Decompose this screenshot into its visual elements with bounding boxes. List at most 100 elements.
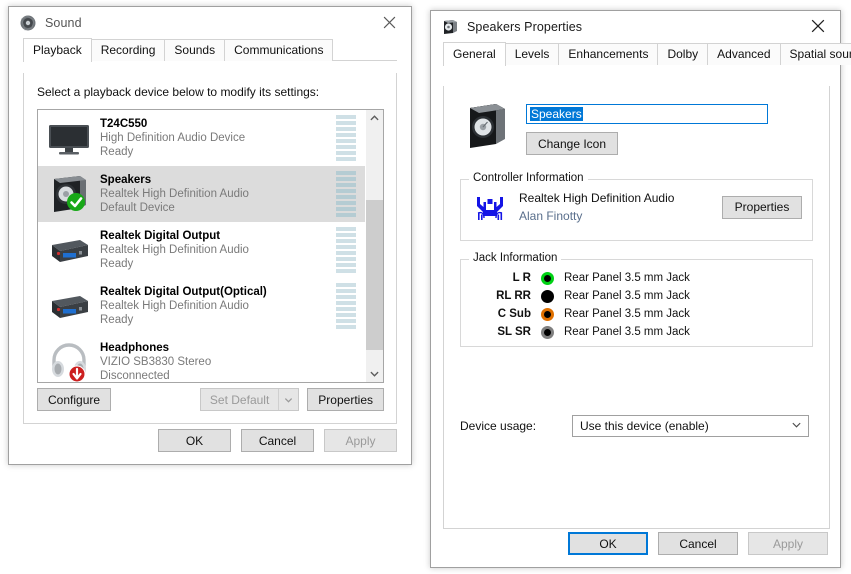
speakers-properties-window: Speakers Properties General Levels Enhan… <box>430 10 851 568</box>
list-item[interactable]: Speakers Realtek High Definition Audio D… <box>38 166 365 222</box>
speaker-box-icon <box>460 100 512 152</box>
volume-meter <box>336 227 356 273</box>
props-tabstrip: General Levels Enhancements Dolby Advanc… <box>431 42 851 66</box>
controller-row: Realtek High Definition Audio Alan Finot… <box>461 180 812 234</box>
jack-color-dot <box>541 289 554 303</box>
device-usage-label: Device usage: <box>460 419 537 433</box>
device-status: Disconnected <box>100 370 170 382</box>
chevron-down-icon[interactable] <box>791 419 802 433</box>
device-driver: Realtek High Definition Audio <box>100 300 249 312</box>
jack-row: SL SR Rear Panel 3.5 mm Jack <box>461 323 812 341</box>
close-icon[interactable] <box>367 7 411 37</box>
tab-levels[interactable]: Levels <box>504 43 560 65</box>
device-usage-row: Device usage: Use this device (enable) <box>444 415 829 437</box>
sound-titlebar: Sound <box>9 7 411 39</box>
controller-information-title: Controller Information <box>469 172 588 184</box>
device-list-scrollbar[interactable] <box>365 110 383 382</box>
scroll-down-icon[interactable] <box>366 365 383 382</box>
tab-recording[interactable]: Recording <box>90 39 166 61</box>
jack-description: Rear Panel 3.5 mm Jack <box>564 272 690 284</box>
device-action-buttons: Configure Set Default Properties <box>37 388 384 411</box>
change-icon-button[interactable]: Change Icon <box>526 132 618 155</box>
jack-label: SL SR <box>497 326 531 338</box>
jack-information-group: Jack Information L R Rear Panel 3.5 mm J… <box>460 252 813 347</box>
jack-label: RL RR <box>496 290 531 302</box>
set-default-button[interactable]: Set Default <box>199 388 300 411</box>
headphones-icon <box>46 339 92 382</box>
controller-author: Alan Finotty <box>519 209 583 223</box>
jack-label: C Sub <box>497 308 531 320</box>
jack-description: Rear Panel 3.5 mm Jack <box>564 290 690 302</box>
apply-button: Apply <box>324 429 397 452</box>
tab-playback[interactable]: Playback <box>23 38 92 62</box>
close-icon[interactable] <box>796 11 840 41</box>
digital-output-icon <box>46 227 92 273</box>
device-text: Realtek Digital Output(Optical) Realtek … <box>100 285 336 327</box>
cancel-button[interactable]: Cancel <box>658 532 738 555</box>
device-name: T24C550 <box>100 118 148 130</box>
jack-row: RL RR Rear Panel 3.5 mm Jack <box>461 287 812 305</box>
device-name-column: Speakers Change Icon <box>526 100 768 155</box>
sound-tabstrip: Playback Recording Sounds Communications <box>9 38 411 62</box>
volume-meter <box>336 115 356 161</box>
tab-spatial-sound[interactable]: Spatial sound <box>779 43 851 65</box>
set-default-label: Set Default <box>209 392 270 407</box>
list-item[interactable]: T24C550 High Definition Audio Device Rea… <box>38 110 365 166</box>
playback-device-list[interactable]: T24C550 High Definition Audio Device Rea… <box>37 109 384 383</box>
jack-row: L R Rear Panel 3.5 mm Jack <box>461 269 812 287</box>
tab-dolby[interactable]: Dolby <box>657 43 709 65</box>
jack-label: L R <box>512 272 531 284</box>
scroll-up-icon[interactable] <box>366 110 383 127</box>
device-driver: High Definition Audio Device <box>100 132 246 144</box>
configure-button[interactable]: Configure <box>37 388 112 411</box>
device-text: T24C550 High Definition Audio Device Rea… <box>100 117 336 159</box>
props-dialog-buttons: OK Cancel Apply <box>568 532 828 555</box>
playback-panel: Select a playback device below to modify… <box>23 73 397 424</box>
volume-meter <box>336 283 356 329</box>
realtek-logo-icon <box>473 190 507 224</box>
controller-name: Realtek High Definition Audio <box>519 191 675 205</box>
tab-enhancements[interactable]: Enhancements <box>558 43 659 65</box>
device-driver: Realtek High Definition Audio <box>100 244 249 256</box>
controller-information-group: Controller Information Realtek High Defi… <box>460 172 813 241</box>
ok-button[interactable]: OK <box>568 532 648 555</box>
tab-sounds[interactable]: Sounds <box>164 39 226 61</box>
list-item[interactable]: Headphones VIZIO SB3830 Stereo Disconnec… <box>38 334 365 382</box>
tab-general[interactable]: General <box>443 42 506 66</box>
jack-information-title: Jack Information <box>469 252 562 264</box>
sound-window: Sound Playback Recording Sounds Communic… <box>8 6 412 465</box>
device-status: Default Device <box>100 202 175 214</box>
controller-properties-button[interactable]: Properties <box>722 195 802 219</box>
tab-advanced[interactable]: Advanced <box>707 43 781 65</box>
properties-button[interactable]: Properties <box>307 388 384 411</box>
monitor-icon <box>46 115 92 161</box>
device-name: Realtek Digital Output <box>100 230 221 242</box>
list-item[interactable]: Realtek Digital Output(Optical) Realtek … <box>38 278 365 334</box>
device-usage-value: Use this device (enable) <box>580 419 709 433</box>
screen: Sound Playback Recording Sounds Communic… <box>0 0 851 574</box>
jack-color-dot <box>541 307 554 321</box>
device-name-value: Speakers <box>530 107 583 121</box>
sound-dialog-buttons: OK Cancel Apply <box>158 429 397 452</box>
device-usage-select[interactable]: Use this device (enable) <box>572 415 809 437</box>
jack-description: Rear Panel 3.5 mm Jack <box>564 326 690 338</box>
controller-texts: Realtek High Definition Audio Alan Finot… <box>519 189 722 225</box>
device-status: Ready <box>100 258 134 270</box>
device-name-input[interactable]: Speakers <box>526 104 768 124</box>
device-scroll-area: T24C550 High Definition Audio Device Rea… <box>38 110 365 382</box>
device-driver: Realtek High Definition Audio <box>100 188 249 200</box>
speaker-icon <box>19 14 37 32</box>
device-status: Ready <box>100 146 134 158</box>
digital-output-icon <box>46 283 92 329</box>
scrollbar-thumb[interactable] <box>366 200 383 350</box>
apply-button: Apply <box>748 532 828 555</box>
cancel-button[interactable]: Cancel <box>241 429 314 452</box>
tab-communications[interactable]: Communications <box>224 39 334 61</box>
sound-window-title: Sound <box>45 16 82 30</box>
list-item[interactable]: Realtek Digital Output Realtek High Defi… <box>38 222 365 278</box>
jack-row: C Sub Rear Panel 3.5 mm Jack <box>461 305 812 323</box>
props-window-title: Speakers Properties <box>467 20 583 34</box>
chevron-down-icon[interactable] <box>278 389 298 410</box>
device-text: Realtek Digital Output Realtek High Defi… <box>100 229 336 271</box>
ok-button[interactable]: OK <box>158 429 231 452</box>
